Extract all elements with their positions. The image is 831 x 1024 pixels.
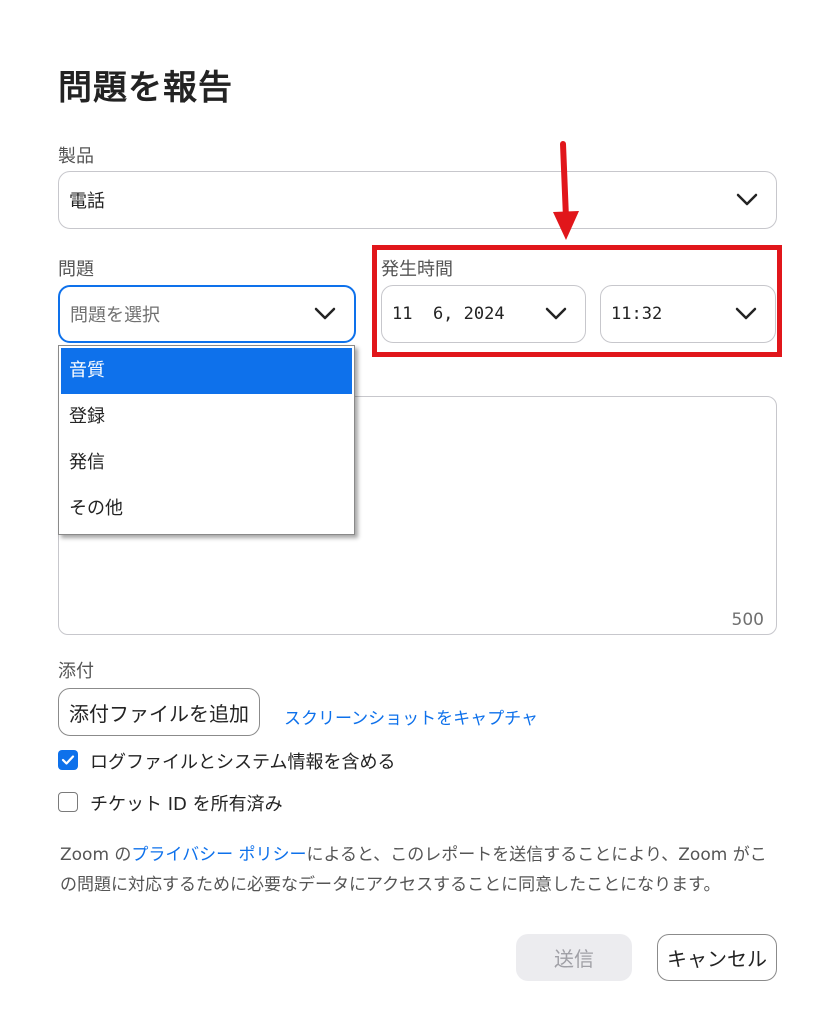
- issue-option[interactable]: 音質: [61, 348, 352, 394]
- product-select[interactable]: 電話: [58, 171, 777, 229]
- cancel-button[interactable]: キャンセル: [657, 934, 777, 981]
- privacy-note-before: Zoom の: [60, 845, 132, 865]
- issue-dropdown-list: 音質 登録 発信 その他: [58, 345, 355, 535]
- checkmark-icon: [61, 755, 75, 765]
- attachments-label: 添付: [58, 661, 94, 682]
- privacy-policy-link[interactable]: プライバシー ポリシー: [131, 845, 306, 865]
- product-label: 製品: [58, 146, 94, 167]
- annotation-highlight-box: [372, 245, 782, 357]
- issue-placeholder: 問題を選択: [70, 305, 160, 326]
- capture-screenshot-link[interactable]: スクリーンショットをキャプチャ: [284, 704, 538, 729]
- issue-label: 問題: [58, 259, 94, 280]
- privacy-note: Zoom のプライバシー ポリシーによると、このレポートを送信することにより、Z…: [60, 840, 780, 900]
- include-logs-checkbox[interactable]: [58, 750, 78, 770]
- issue-option[interactable]: 登録: [59, 394, 354, 440]
- submit-button[interactable]: 送信: [516, 934, 632, 981]
- product-value: 電話: [69, 191, 105, 212]
- char-counter: 500: [731, 610, 764, 630]
- chevron-down-icon: [314, 307, 336, 320]
- issue-option[interactable]: 発信: [59, 440, 354, 486]
- ticket-id-label: チケット ID を所有済み: [90, 794, 283, 815]
- include-logs-label: ログファイルとシステム情報を含める: [90, 752, 396, 773]
- add-attachment-button[interactable]: 添付ファイルを追加: [58, 688, 260, 736]
- chevron-down-icon: [736, 193, 758, 206]
- annotation-arrow-icon: [553, 141, 579, 240]
- issue-option[interactable]: その他: [59, 486, 354, 532]
- ticket-id-checkbox[interactable]: [58, 792, 78, 812]
- dialog-title: 問題を報告: [58, 68, 233, 108]
- issue-select[interactable]: 問題を選択: [58, 285, 356, 343]
